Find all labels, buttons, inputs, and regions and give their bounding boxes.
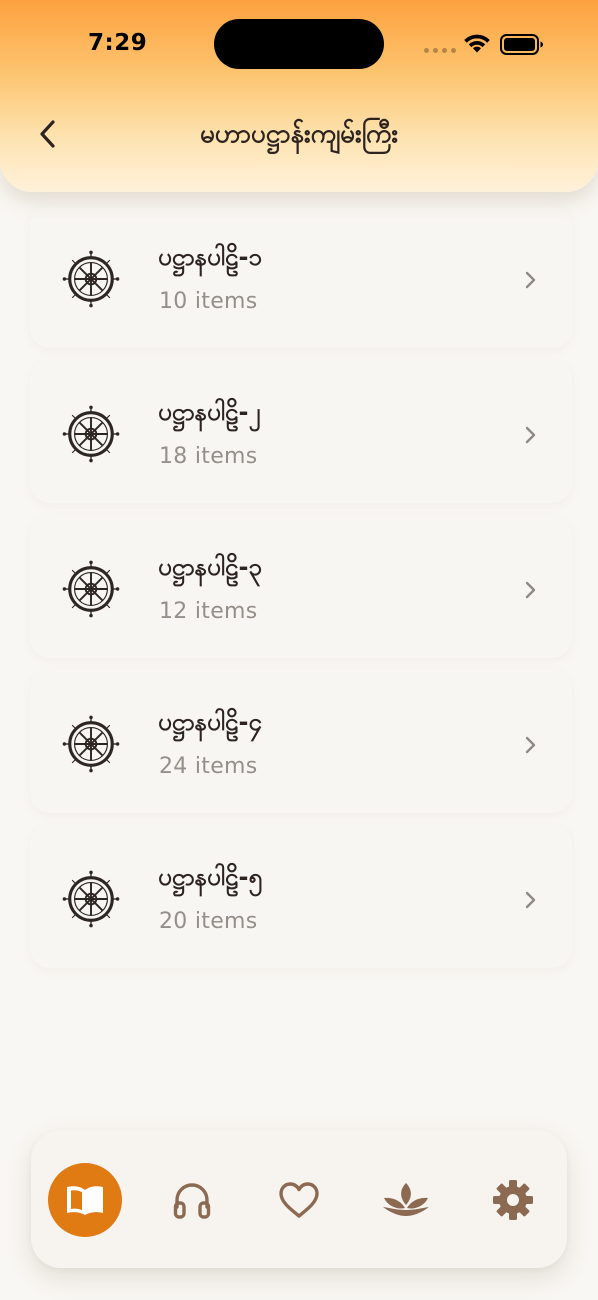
item-title: ပဋ္ဌာနပါဠိ-၅ — [158, 863, 262, 891]
item-title: ပဋ္ဌာနပါဠိ-၂ — [158, 398, 261, 426]
page-title: မဟာပဋ္ဌာန်းကျမ်းကြီး — [199, 119, 399, 149]
list-item[interactable]: ပဋ္ဌာနပါဠိ-၃ 12 items — [30, 515, 572, 658]
cellular-signal-icon — [424, 48, 456, 54]
wifi-icon — [464, 34, 490, 53]
chevron-right-icon — [525, 736, 536, 754]
list-item[interactable]: ပဋ္ဌာနပါဠိ-၅ 20 items — [30, 825, 572, 968]
status-bar: 7:29 — [0, 0, 598, 90]
tab-library[interactable] — [48, 1163, 122, 1237]
tab-settings[interactable] — [476, 1163, 550, 1237]
headphones-icon — [173, 1183, 211, 1219]
list-item[interactable]: ပဋ္ဌာနပါဠိ-၂ 18 items — [30, 360, 572, 503]
section-list: ပဋ္ဌာနပါဠိ-၁ 10 items ပဋ္ဌာနပါဠိ-၂ 18 it… — [30, 205, 572, 980]
dharma-wheel-icon — [62, 250, 120, 308]
status-time: 7:29 — [88, 30, 148, 56]
item-count: 24 items — [159, 754, 258, 779]
dharma-wheel-icon — [62, 405, 120, 463]
chevron-right-icon — [525, 891, 536, 909]
list-item[interactable]: ပဋ္ဌာနပါဠိ-၄ 24 items — [30, 670, 572, 813]
dharma-wheel-icon — [62, 560, 120, 618]
tab-meditation[interactable] — [369, 1163, 443, 1237]
lotus-icon — [383, 1183, 429, 1216]
dharma-wheel-icon — [62, 870, 120, 928]
item-title: ပဋ္ဌာနပါဠိ-၃ — [158, 553, 262, 581]
book-icon — [67, 1186, 103, 1215]
app-header: 7:29 မဟာပဋ္ဌာန်းကျမ်းကြီး — [0, 0, 598, 192]
tab-favorites[interactable] — [262, 1163, 336, 1237]
chevron-right-icon — [525, 271, 536, 289]
battery-icon — [500, 34, 543, 55]
dharma-wheel-icon — [62, 715, 120, 773]
item-count: 12 items — [159, 599, 258, 624]
chevron-right-icon — [525, 426, 536, 444]
item-title: ပဋ္ဌာနပါဠိ-၄ — [158, 708, 262, 736]
item-count: 20 items — [159, 909, 258, 934]
dynamic-island — [214, 19, 384, 69]
bottom-tab-bar — [31, 1130, 567, 1268]
gear-icon — [493, 1180, 533, 1220]
chevron-right-icon — [525, 581, 536, 599]
item-count: 18 items — [159, 444, 258, 469]
back-button[interactable] — [26, 110, 70, 158]
item-count: 10 items — [159, 289, 258, 314]
heart-icon — [279, 1182, 319, 1218]
chevron-left-icon — [40, 120, 55, 148]
item-title: ပဋ္ဌာနပါဠိ-၁ — [158, 243, 262, 271]
tab-audio[interactable] — [155, 1163, 229, 1237]
list-item[interactable]: ပဋ္ဌာနပါဠိ-၁ 10 items — [30, 205, 572, 348]
